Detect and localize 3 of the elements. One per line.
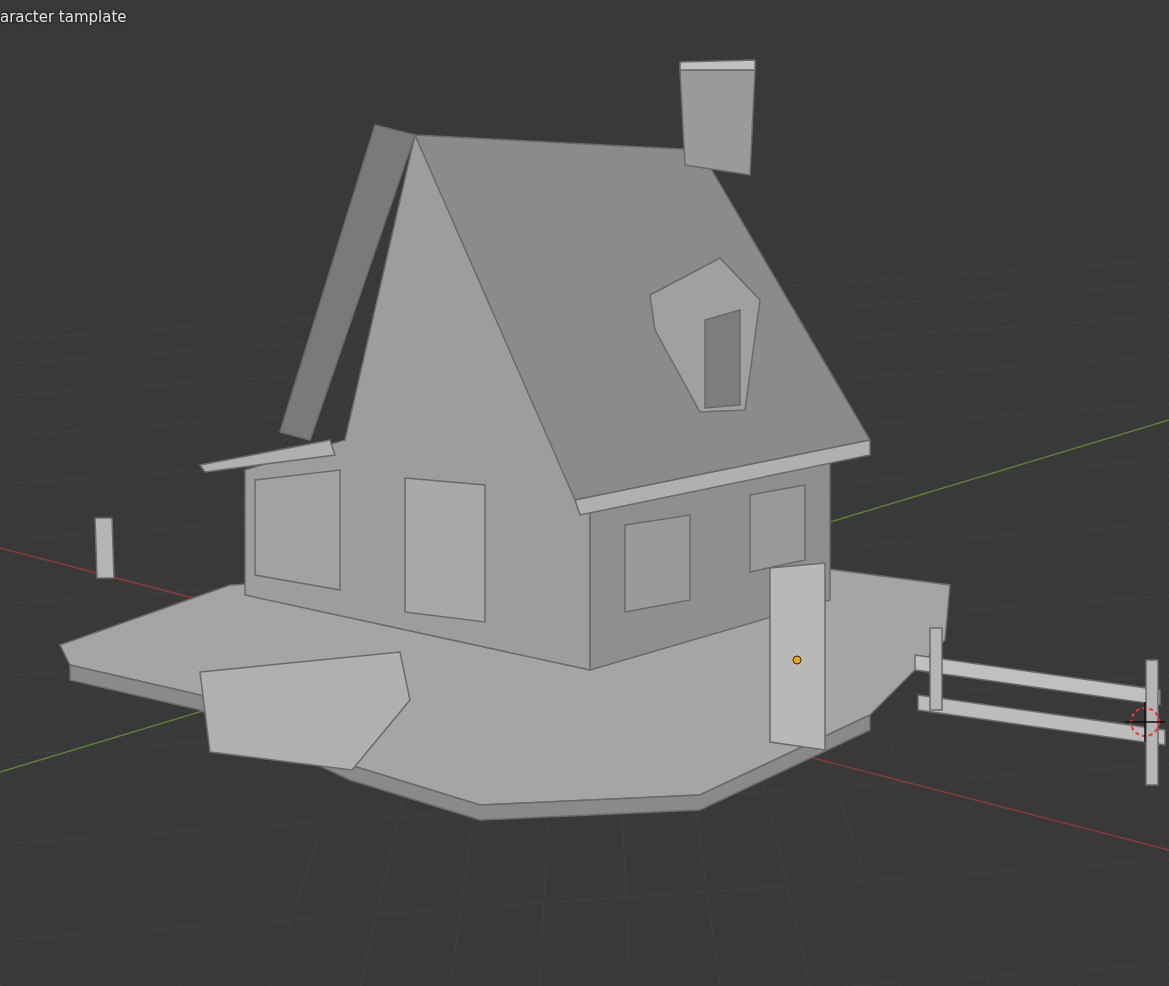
- view-name-label: aracter tamplate: [0, 8, 127, 26]
- origin-dot-icon: [792, 655, 802, 665]
- 3d-cursor-icon[interactable]: [1124, 701, 1166, 743]
